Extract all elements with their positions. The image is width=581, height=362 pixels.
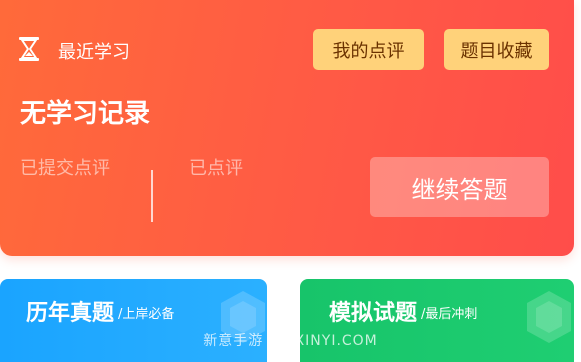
mock-exams-subtitle: /最后冲刺	[421, 307, 478, 322]
question-favorites-button[interactable]: 题目收藏	[444, 29, 549, 70]
recent-study-card: 最近学习 我的点评 题目收藏 无学习记录 已提交点评 已点评 继续答题	[0, 0, 574, 256]
past-exams-subtitle: /上岸必备	[118, 307, 175, 322]
hourglass-icon	[18, 36, 40, 66]
my-reviews-button[interactable]: 我的点评	[313, 29, 424, 70]
stats-divider	[151, 170, 153, 222]
recent-study-label: 最近学习	[58, 42, 130, 63]
reviewed-label: 已点评	[189, 158, 243, 179]
continue-answering-button[interactable]: 继续答题	[370, 157, 549, 217]
recent-study-header: 最近学习	[18, 36, 130, 66]
past-exams-title: 历年真题	[26, 301, 115, 326]
watermark: 新意手游 · SIXINYI.COM	[203, 333, 378, 349]
submitted-reviews-label: 已提交点评	[20, 158, 110, 179]
no-record-title: 无学习记录	[20, 99, 151, 129]
mock-exams-title: 模拟试题	[329, 301, 418, 326]
